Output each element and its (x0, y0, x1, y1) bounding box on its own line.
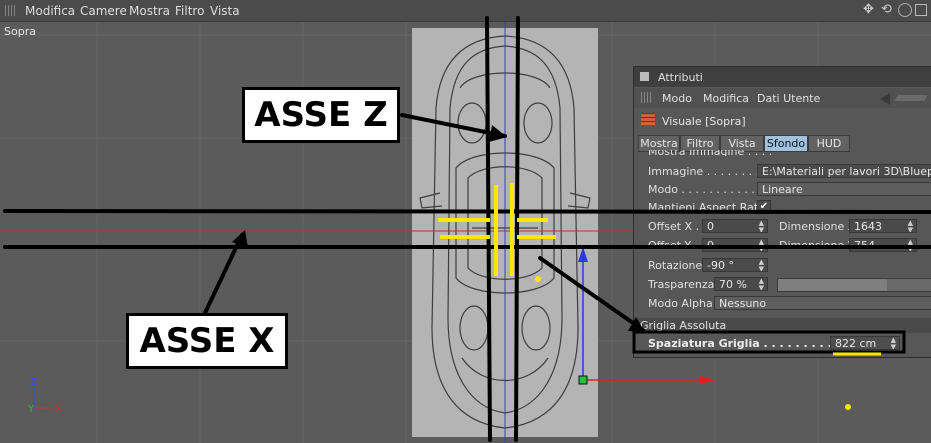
grid-spacing-highlight-box (632, 330, 906, 354)
annotation-line (514, 16, 520, 442)
annotation-line (3, 209, 931, 214)
annotation-overlay (3, 16, 931, 442)
arrow-z-head (489, 125, 507, 142)
annotation-line (485, 16, 492, 442)
arrow-grid-line (538, 256, 645, 332)
annotation-asse-z: ASSE Z (242, 87, 400, 143)
annotation-asse-x: ASSE X (126, 313, 288, 369)
